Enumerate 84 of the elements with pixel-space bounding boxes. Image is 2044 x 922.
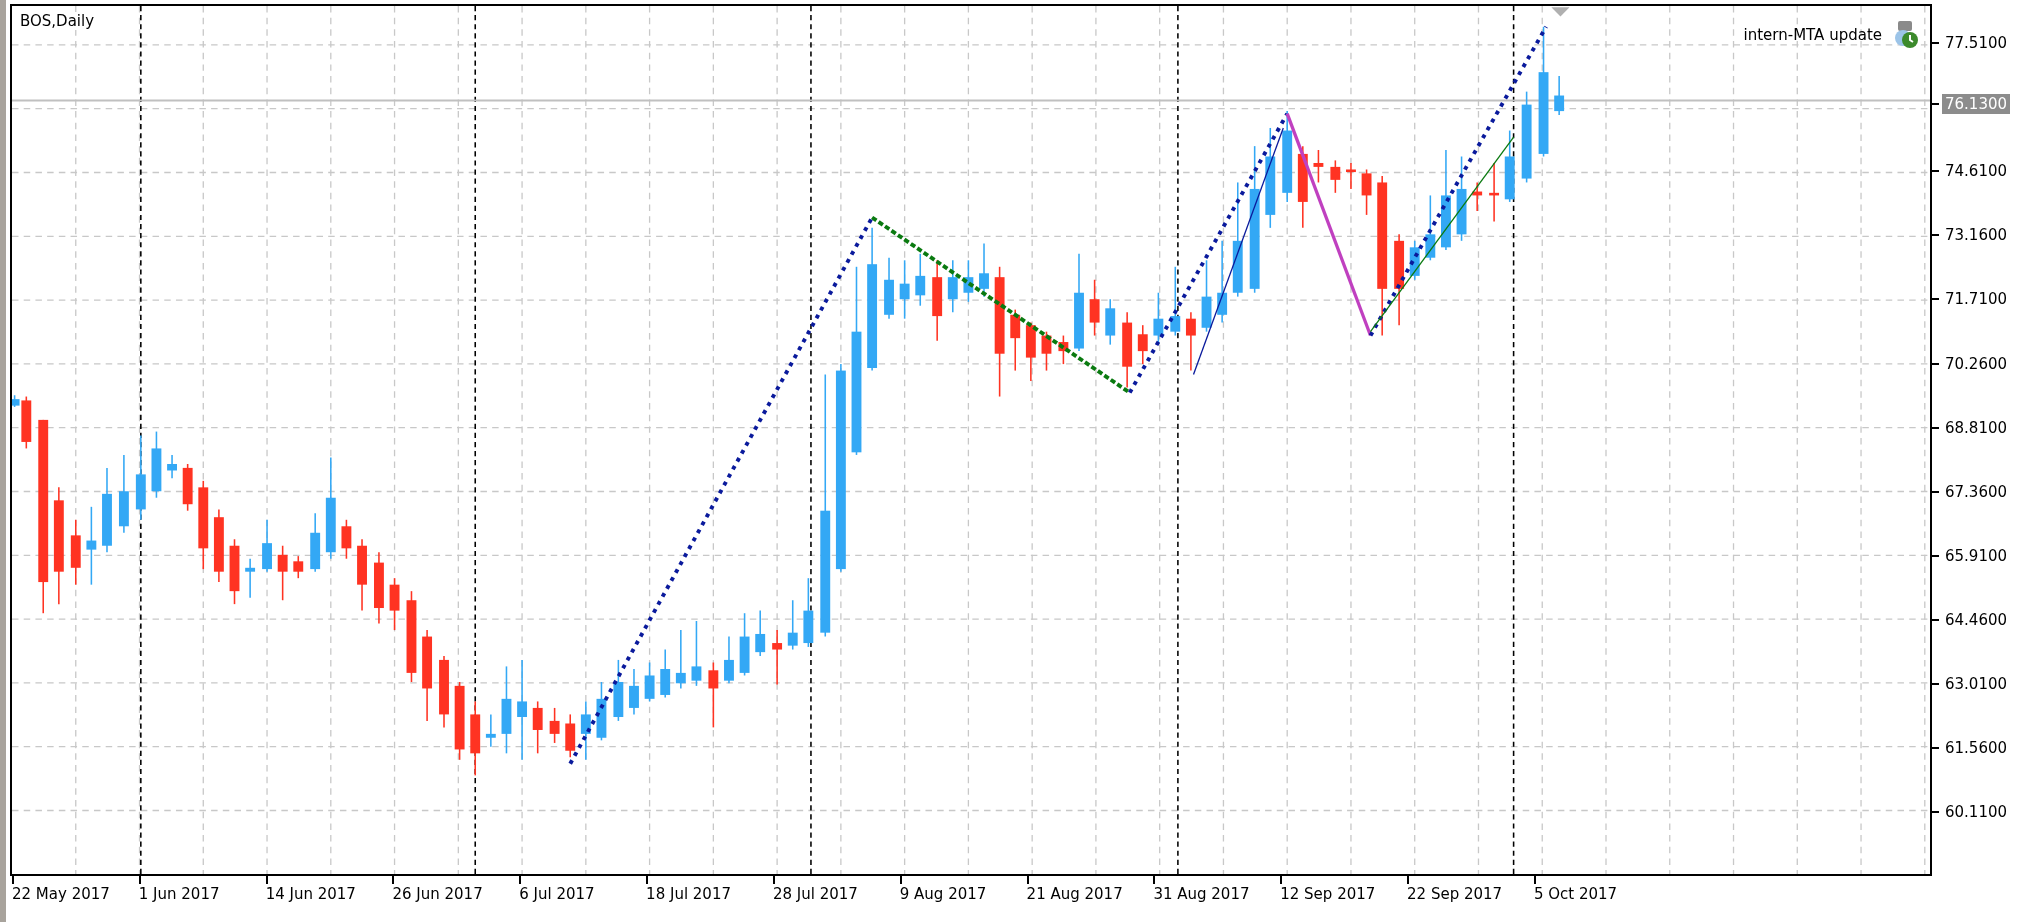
price-label: 64.4600 <box>1944 609 2009 630</box>
candlestick <box>629 668 639 716</box>
date-label: 26 Jun 2017 <box>392 885 483 903</box>
date-label: 14 Jun 2017 <box>265 885 356 903</box>
candlestick <box>389 577 400 631</box>
price-label: 70.2600 <box>1944 353 2009 374</box>
candlestick <box>915 253 926 307</box>
triangle-icon <box>1551 7 1570 17</box>
candlestick <box>772 629 783 686</box>
clock-icon <box>1894 20 1920 50</box>
price-label: 60.1100 <box>1944 802 2009 823</box>
candlestick <box>70 519 81 586</box>
candlestick <box>565 713 576 758</box>
candlestick <box>691 620 702 687</box>
date-label: 9 Aug 2017 <box>899 885 987 903</box>
date-label: 28 Jul 2017 <box>772 885 858 903</box>
candlestick <box>485 713 496 748</box>
candlestick <box>787 599 798 651</box>
candlestick <box>1346 162 1356 190</box>
candlestick <box>1330 159 1341 194</box>
date-label: 18 Jul 2017 <box>646 885 731 903</box>
candlestick <box>755 609 766 657</box>
date-label: 6 Jul 2017 <box>519 885 595 903</box>
candlestick <box>963 259 974 303</box>
candlestick <box>644 661 655 703</box>
candlestick <box>293 555 304 579</box>
candlestick <box>1185 311 1196 372</box>
candlestick <box>708 661 719 729</box>
candlestick <box>899 259 910 320</box>
candlestick <box>532 700 543 755</box>
price-label: 68.8100 <box>1944 417 2009 438</box>
candlestick <box>262 519 272 573</box>
candlestick <box>229 538 240 605</box>
candlestick <box>1170 266 1181 337</box>
price-label: 73.1600 <box>1944 225 2009 246</box>
candlestick <box>1489 162 1500 223</box>
candlestick <box>245 557 256 599</box>
candlestick <box>1137 324 1148 365</box>
candlestick <box>1058 334 1069 365</box>
indicator-label: intern-MTA update <box>1743 26 1882 44</box>
candlestick <box>1554 75 1565 116</box>
price-label: 67.3600 <box>1944 481 2009 502</box>
date-label: 1 Jun 2017 <box>138 885 220 903</box>
date-label: 22 May 2017 <box>12 885 110 903</box>
candlestick <box>724 635 734 685</box>
candlestick <box>1425 194 1436 262</box>
candlestick <box>1313 149 1324 184</box>
candlestick <box>596 681 607 742</box>
candlestick <box>884 256 894 320</box>
candlestick <box>613 659 624 722</box>
candlestick <box>310 512 321 573</box>
candlestick <box>675 629 686 690</box>
date-label: 21 Aug 2017 <box>1026 885 1123 903</box>
candlestick <box>1089 279 1100 337</box>
candlestick <box>1010 308 1021 372</box>
date-label: 31 Aug 2017 <box>1153 885 1250 903</box>
date-label: 22 Sep 2017 <box>1407 885 1503 903</box>
candlestick <box>277 544 288 601</box>
candlestick <box>580 700 591 761</box>
candlestick <box>803 577 814 648</box>
candlestick <box>1041 330 1052 372</box>
candlestick <box>947 259 958 313</box>
price-label: 74.6100 <box>1944 161 2009 182</box>
candlestick <box>1409 240 1420 281</box>
candlestick <box>151 430 162 499</box>
price-label: 65.9100 <box>1944 545 2009 566</box>
candlestick <box>341 519 352 560</box>
date-label: 12 Sep 2017 <box>1280 885 1376 903</box>
candlestick <box>549 707 560 744</box>
candlestick <box>1472 181 1483 212</box>
candlestick <box>1361 168 1372 216</box>
candlestick <box>660 648 671 699</box>
price-label: 71.7100 <box>1944 289 2009 310</box>
price-label: 77.5100 <box>1944 33 2009 54</box>
candlestick <box>739 612 750 677</box>
price-label: 63.0100 <box>1944 674 2009 694</box>
date-label: 5 Oct 2017 <box>1533 885 1618 903</box>
current-price-label: 76.1300 <box>1942 94 2011 115</box>
candlestick <box>182 463 193 512</box>
chart-title: BOS,Daily <box>20 12 95 30</box>
candlestick <box>167 454 177 480</box>
candlestick <box>1105 298 1116 346</box>
price-label: 61.5600 <box>1944 738 2009 759</box>
candlestick <box>979 242 989 298</box>
